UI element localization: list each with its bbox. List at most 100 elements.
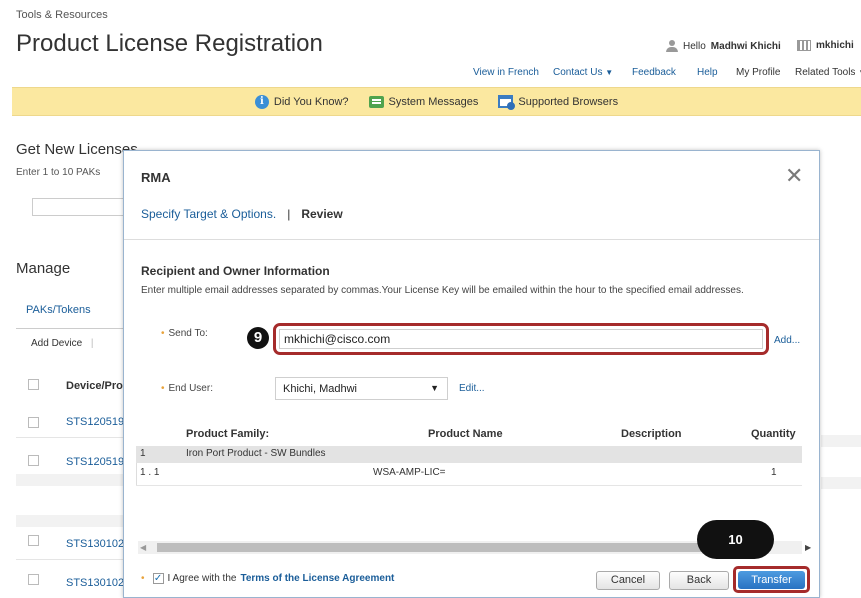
building-icon [797, 40, 811, 51]
recipient-section-title: Recipient and Owner Information [141, 264, 330, 278]
back-button[interactable]: Back [669, 571, 729, 590]
edit-end-user-link[interactable]: Edit... [459, 383, 485, 394]
add-device-link[interactable]: Add Device [31, 338, 82, 349]
end-user-label-text: End User: [168, 383, 213, 394]
step-separator: | [287, 207, 291, 221]
required-dot-icon: • [161, 383, 165, 394]
step-annotation-badge: 10 [697, 520, 774, 559]
end-user-label: • End User: [161, 383, 213, 394]
divider: | [90, 338, 94, 349]
scroll-left-icon[interactable]: ◀ [140, 541, 146, 554]
row-stripe [16, 515, 126, 527]
row-checkbox[interactable] [28, 535, 39, 546]
nav-related-tools-label: Related Tools [795, 67, 856, 78]
item-number: 1 . 1 [140, 467, 160, 478]
bg-table-header: Device/Pro [16, 369, 126, 399]
row-divider [136, 485, 802, 486]
org-account[interactable]: mkhichi [797, 40, 854, 51]
dialog-title: RMA [141, 170, 171, 185]
cancel-button[interactable]: Cancel [596, 571, 660, 590]
nav-help[interactable]: Help [697, 67, 718, 78]
info-icon: i [254, 94, 269, 109]
browser-icon [498, 95, 516, 110]
col-product-name: Product Name [428, 428, 503, 440]
chevron-down-icon: ▼ [605, 68, 614, 77]
row-stripe [16, 474, 126, 486]
send-to-label: • Send To: [161, 328, 208, 339]
required-dot-icon: • [141, 573, 145, 584]
row-divider [16, 437, 126, 438]
end-user-value: Khichi, Madhwi [283, 383, 357, 395]
group-family: Iron Port Product - SW Bundles [186, 448, 326, 459]
device-link[interactable]: STS120519 [66, 416, 124, 428]
tab-paks-tokens[interactable]: PAKs/Tokens [26, 304, 91, 316]
page-title: Product License Registration [16, 30, 323, 57]
device-link[interactable]: STS130102 [66, 538, 124, 550]
transfer-button[interactable]: Transfer [738, 571, 805, 589]
agree-checkbox[interactable]: ✓ [152, 573, 164, 584]
close-icon[interactable]: ✕ [785, 164, 803, 189]
breadcrumb: Tools & Resources [16, 9, 108, 21]
col-device: Device/Pro [66, 380, 123, 392]
chevron-down-icon: ▼ [430, 383, 439, 393]
did-you-know-link[interactable]: i Did You Know? [254, 94, 349, 109]
row-divider [16, 559, 126, 560]
manage-tabs: PAKs/Tokens [16, 293, 126, 329]
row-checkbox[interactable] [28, 574, 39, 585]
system-messages-label: System Messages [388, 95, 479, 108]
supported-browsers-label: Supported Browsers [518, 95, 619, 108]
step-review: Review [301, 207, 343, 221]
nav-related-tools[interactable]: Related Tools ▼ [795, 67, 861, 78]
required-dot-icon: • [161, 328, 165, 339]
nav-feedback[interactable]: Feedback [632, 67, 676, 78]
user-name: Madhwi Khichi [710, 40, 781, 52]
section-heading-manage: Manage [16, 260, 71, 277]
row-stripe [821, 477, 861, 489]
section-heading-get-new: Get New Licenses [16, 141, 138, 158]
agree-text: I Agree with the [167, 573, 237, 584]
nav-my-profile[interactable]: My Profile [736, 67, 780, 78]
supported-browsers-link[interactable]: Supported Browsers [498, 95, 619, 110]
step-specify-target[interactable]: Specify Target & Options. [141, 207, 276, 221]
add-recipient-link[interactable]: Add... [774, 335, 800, 346]
col-product-family: Product Family: [186, 428, 270, 440]
message-icon [368, 95, 384, 108]
table-row: 1 Iron Port Product - SW Bundles [136, 446, 802, 463]
item-quantity: 1 [771, 467, 777, 478]
send-to-input[interactable] [279, 329, 763, 349]
user-greeting[interactable]: Hello Madhwi Khichi [666, 40, 781, 52]
recipient-section-description: Enter multiple email addresses separated… [141, 285, 744, 296]
rma-dialog: RMA ✕ Specify Target & Options. | Review… [123, 150, 820, 598]
pak-hint: Enter 1 to 10 PAKs [16, 167, 101, 178]
scroll-right-icon[interactable]: ▶ [805, 541, 811, 554]
info-bar: i Did You Know? System Messages Supporte… [12, 87, 861, 116]
device-link[interactable]: STS120519 [66, 456, 124, 468]
top-nav: View in French Contact Us ▼ Feedback Hel… [0, 67, 861, 81]
user-short-name: mkhichi [816, 40, 854, 51]
step-annotation-badge: 9 [247, 327, 269, 349]
send-to-label-text: Send To: [168, 328, 208, 339]
terms-link[interactable]: Terms of the License Agreement [240, 573, 394, 584]
agreement-row: • ✓ I Agree with the Terms of the Licens… [141, 573, 394, 584]
nav-contact-us-label: Contact Us [553, 67, 603, 78]
select-all-checkbox[interactable] [28, 379, 39, 390]
row-stripe [821, 435, 861, 447]
wizard-steps: Specify Target & Options. | Review [141, 207, 343, 221]
col-quantity: Quantity [751, 428, 796, 440]
pak-input[interactable] [32, 198, 132, 216]
scrollbar-thumb[interactable] [157, 543, 713, 552]
item-product-name: WSA-AMP-LIC= [373, 467, 446, 478]
col-description: Description [621, 428, 682, 440]
system-messages-link[interactable]: System Messages [368, 95, 479, 108]
hello-prefix: Hello [683, 40, 706, 52]
device-link[interactable]: STS130102 [66, 577, 124, 589]
divider [124, 239, 819, 240]
nav-contact-us[interactable]: Contact Us ▼ [553, 67, 613, 78]
nav-view-in-french[interactable]: View in French [473, 67, 539, 78]
row-checkbox[interactable] [28, 455, 39, 466]
end-user-select[interactable]: Khichi, Madhwi ▼ [275, 377, 448, 400]
user-icon [666, 40, 678, 52]
group-number: 1 [140, 448, 146, 459]
row-checkbox[interactable] [28, 417, 39, 428]
did-you-know-label: Did You Know? [273, 95, 349, 108]
